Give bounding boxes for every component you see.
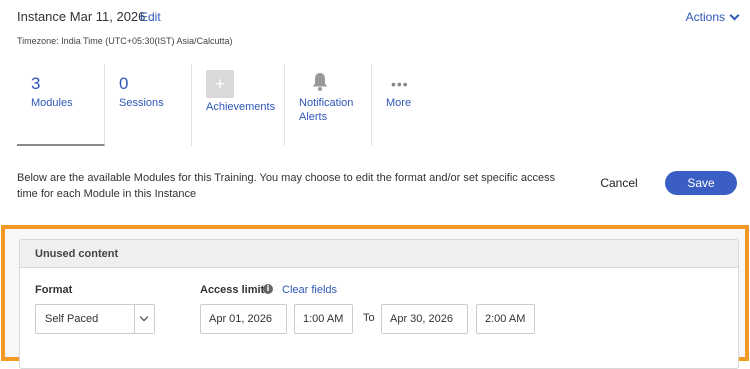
chevron-down-icon (729, 10, 740, 20)
sessions-count: 0 (119, 74, 129, 93)
tab-more[interactable]: ••• More (372, 64, 442, 146)
tab-achievements-label: Achievements (206, 101, 276, 113)
instance-tabs: 3 Modules 0 Sessions + Achievements Noti… (17, 64, 442, 146)
more-dots-icon: ••• (391, 76, 409, 92)
modules-count: 3 (31, 74, 41, 93)
clear-fields-link[interactable]: Clear fields (282, 284, 337, 296)
start-time-field[interactable]: 1:00 AM (294, 304, 353, 334)
bell-icon (313, 73, 327, 91)
select-divider (134, 305, 135, 333)
end-time-field[interactable]: 2:00 AM (476, 304, 535, 334)
unused-content-header: Unused content (20, 240, 738, 268)
end-date-field[interactable]: Apr 30, 2026 (381, 304, 468, 334)
format-select[interactable]: Self Paced (35, 304, 155, 334)
page-title: Instance Mar 11, 2026 (17, 9, 146, 24)
tab-notification-alerts[interactable]: Notification Alerts (285, 64, 372, 146)
actions-label: Actions (685, 10, 725, 24)
tab-more-label: More (386, 97, 412, 109)
unused-content-highlight: Unused content Format Self Paced Access … (1, 225, 749, 369)
tab-achievements[interactable]: + Achievements (192, 64, 285, 146)
actions-dropdown[interactable]: Actions (685, 10, 740, 24)
tab-modules[interactable]: 3 Modules (17, 64, 105, 146)
to-label: To (363, 312, 375, 324)
tab-notification-label: Notification Alerts (299, 96, 353, 124)
instance-panel: Instance Mar 11, 2026 Edit Actions Timez… (0, 0, 750, 226)
tab-notification-label-line2: Alerts (299, 111, 328, 123)
plus-icon: + (206, 70, 234, 98)
timezone-text: Timezone: India Time (UTC+05:30(IST) Asi… (17, 36, 233, 46)
save-button[interactable]: Save (665, 171, 737, 195)
modules-description: Below are the available Modules for this… (17, 172, 556, 200)
tab-sessions[interactable]: 0 Sessions (105, 64, 192, 146)
format-value: Self Paced (45, 313, 99, 325)
chevron-down-icon (139, 312, 149, 322)
unused-content-card: Unused content Format Self Paced Access … (19, 239, 739, 369)
start-date-field[interactable]: Apr 01, 2026 (200, 304, 287, 334)
access-limit-label: Access limit (200, 284, 265, 296)
tab-notification-label-line1: Notification (299, 97, 354, 109)
tab-sessions-label: Sessions (119, 97, 164, 109)
format-label: Format (35, 284, 73, 296)
cancel-button[interactable]: Cancel (590, 172, 648, 194)
edit-link[interactable]: Edit (140, 10, 161, 24)
tab-modules-label: Modules (31, 97, 73, 109)
info-icon[interactable]: i (263, 284, 273, 294)
